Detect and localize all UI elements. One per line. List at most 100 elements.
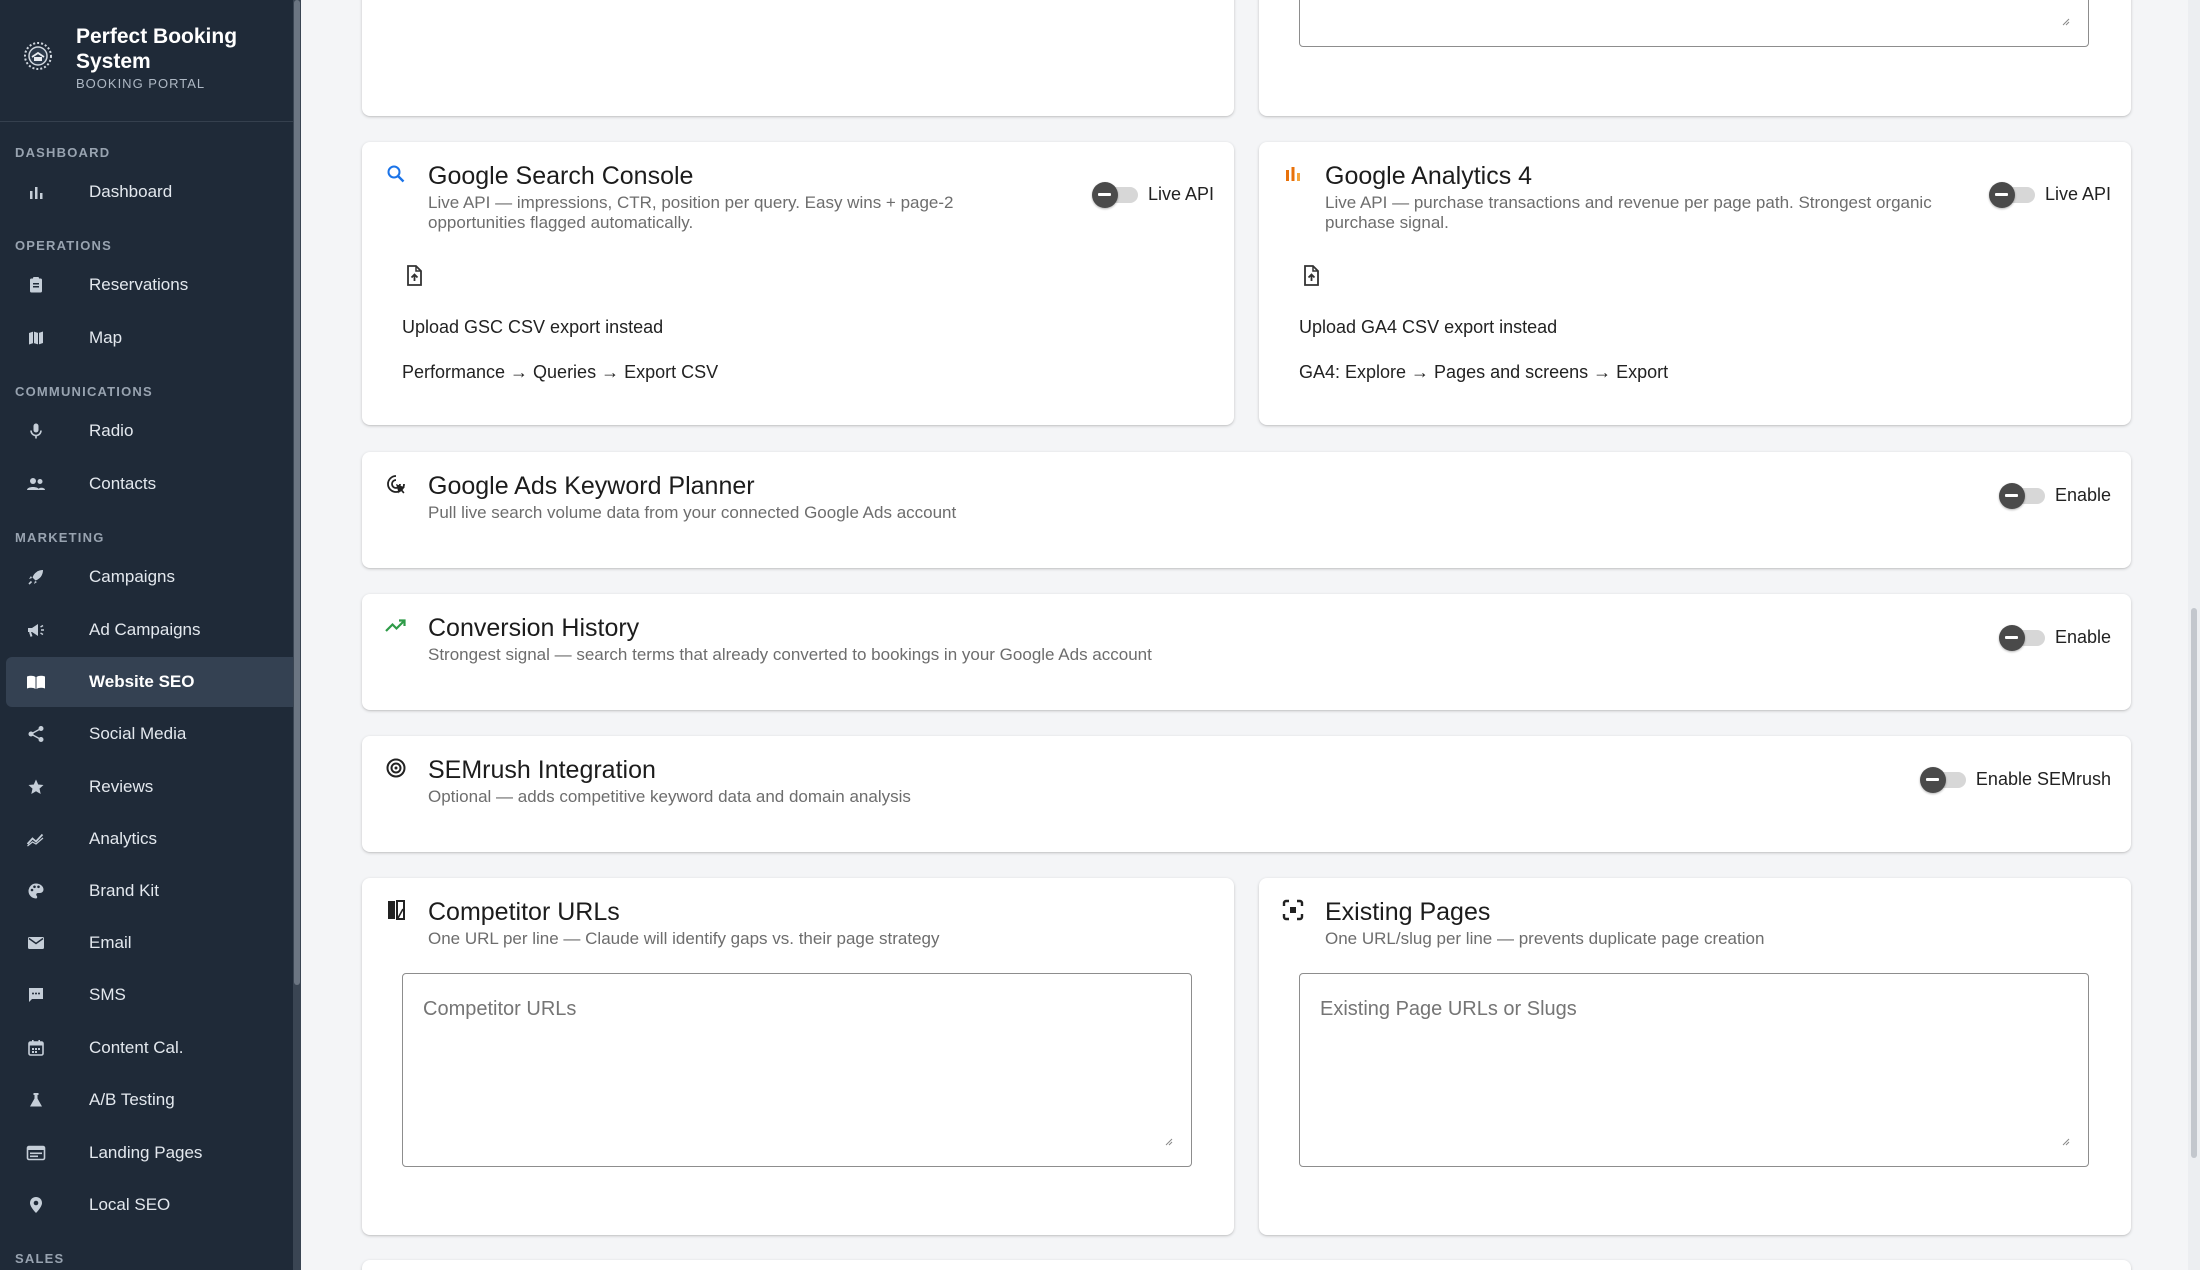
card-title: Google Analytics 4 [1325, 162, 1533, 190]
sidebar-item-reviews[interactable]: Reviews [6, 762, 294, 812]
sidebar-item-label: SMS [89, 985, 126, 1004]
web-page-icon [26, 1143, 46, 1163]
card-title: Conversion History [428, 614, 640, 642]
nav-section-marketing: MARKETING [15, 530, 105, 545]
sidebar-item-label: Dashboard [89, 182, 173, 201]
competitor-urls-card: Competitor URLs One URL per line — Claud… [362, 878, 1234, 1235]
card-description: Strongest signal — search terms that alr… [428, 645, 1152, 664]
toggle-knob[interactable] [1919, 766, 1946, 793]
crop-frame-icon [1281, 898, 1305, 922]
sidebar-item-ab-testing[interactable]: A/B Testing [6, 1075, 294, 1125]
sidebar-item-contacts[interactable]: Contacts [6, 459, 294, 509]
sidebar-item-label: Reviews [89, 777, 154, 796]
card-partial-left [362, 0, 1234, 116]
sidebar-item-label: Content Cal. [89, 1038, 184, 1057]
sidebar-item-label: Landing Pages [89, 1143, 203, 1162]
card-title: Google Search Console [428, 162, 694, 190]
sidebar-item-label: Local SEO [89, 1195, 171, 1214]
sidebar-item-label: Ad Campaigns [89, 620, 201, 639]
file-upload-icon[interactable] [402, 264, 426, 288]
resize-grip-icon[interactable] [1163, 1136, 1173, 1146]
conversion-history-enable-toggle[interactable]: Enable [1998, 624, 2111, 651]
toggle-knob[interactable] [1091, 181, 1118, 208]
logo-icon [24, 42, 52, 70]
trending-up-icon [384, 614, 408, 638]
upload-csv-label[interactable]: Upload GSC CSV export instead [402, 317, 663, 338]
sidebar-item-label: Brand Kit [89, 881, 159, 900]
sidebar-item-landing-pages[interactable]: Landing Pages [6, 1128, 294, 1178]
page-scrollbar-thumb[interactable] [2191, 608, 2197, 1158]
nav-section-dashboard: DASHBOARD [15, 145, 111, 160]
sidebar-item-brand-kit[interactable]: Brand Kit [6, 866, 294, 916]
card-description: Live API — purchase transactions and rev… [1325, 193, 1932, 232]
card-description: Optional — adds competitive keyword data… [428, 787, 911, 806]
clipboard-icon [26, 275, 46, 295]
sidebar-item-local-seo[interactable]: Local SEO [6, 1180, 294, 1230]
sidebar-item-label: Analytics [89, 829, 158, 848]
toggle-label: Enable [2054, 485, 2111, 505]
sidebar-item-campaigns[interactable]: Campaigns [6, 552, 294, 602]
location-pin-icon [26, 1195, 46, 1215]
card-title: Competitor URLs [428, 898, 620, 926]
toggle-track[interactable] [1988, 181, 2035, 208]
toggle-knob[interactable] [1998, 624, 2025, 651]
sidebar-item-sms[interactable]: SMS [6, 970, 294, 1020]
sidebar-scrollbar-thumb[interactable] [294, 0, 300, 985]
sidebar-item-analytics[interactable]: Analytics [6, 814, 294, 864]
toggle-label: Live API [1147, 184, 1214, 204]
card-description: One URL per line — Claude will identify … [428, 929, 940, 948]
gsc-live-api-toggle[interactable]: Live API [1091, 181, 1214, 208]
card-description: One URL/slug per line — prevents duplica… [1325, 929, 1765, 948]
sidebar-item-content-cal[interactable]: Content Cal. [6, 1023, 294, 1073]
bar-chart-icon [26, 182, 46, 202]
semrush-enable-toggle[interactable]: Enable SEMrush [1919, 766, 2111, 793]
sidebar-item-label: Reservations [89, 275, 189, 294]
sidebar-item-radio[interactable]: Radio [6, 406, 294, 456]
toggle-track[interactable] [1998, 482, 2045, 509]
compare-icon [384, 898, 408, 922]
gsc-card: Google Search Console Live API — impress… [362, 142, 1234, 425]
file-upload-icon[interactable] [1299, 264, 1323, 288]
sidebar-item-label: Email [89, 933, 132, 952]
resize-grip-icon[interactable] [2060, 1136, 2070, 1146]
card-title: Existing Pages [1325, 898, 1491, 926]
sidebar-item-label: Contacts [89, 474, 157, 493]
sidebar-item-label: Campaigns [89, 567, 175, 586]
page-scrollbar[interactable] [2188, 0, 2200, 1270]
card-title: SEMrush Integration [428, 756, 656, 784]
nav-section-operations: OPERATIONS [15, 238, 112, 253]
textarea-placeholder: Competitor URLs [423, 998, 577, 1020]
partial-textarea[interactable] [1299, 0, 2089, 47]
toggle-track[interactable] [1091, 181, 1138, 208]
competitor-urls-textarea[interactable]: Competitor URLs [402, 973, 1192, 1167]
sidebar-item-email[interactable]: Email [6, 918, 294, 968]
sidebar-item-reservations[interactable]: Reservations [6, 260, 294, 310]
sidebar-item-dashboard[interactable]: Dashboard [6, 167, 294, 217]
sidebar-item-website-seo[interactable]: Website SEO [6, 657, 294, 707]
nav-section-communications: COMMUNICATIONS [15, 384, 153, 399]
envelope-icon [26, 933, 46, 953]
keyword-planner-card: Google Ads Keyword Planner Pull live sea… [362, 452, 2131, 568]
sidebar-item-label: Social Media [89, 724, 187, 743]
conversion-history-card: Conversion History Strongest signal — se… [362, 594, 2131, 710]
existing-pages-textarea[interactable]: Existing Page URLs or Slugs [1299, 973, 2089, 1167]
sidebar-item-map[interactable]: Map [6, 313, 294, 363]
ga4-live-api-toggle[interactable]: Live API [1988, 181, 2111, 208]
search-icon [384, 162, 408, 186]
toggle-track[interactable] [1919, 766, 1966, 793]
keyword-planner-enable-toggle[interactable]: Enable [1998, 482, 2111, 509]
sidebar-item-ad-campaigns[interactable]: Ad Campaigns [6, 605, 294, 655]
card-description: Live API — impressions, CTR, position pe… [428, 193, 954, 232]
sidebar: Perfect Booking System BOOKING PORTAL DA… [0, 0, 294, 1270]
toggle-track[interactable] [1998, 624, 2045, 651]
toggle-knob[interactable] [1988, 181, 2015, 208]
textarea-placeholder: Existing Page URLs or Slugs [1320, 998, 1577, 1020]
analytics-bars-icon [1281, 162, 1305, 186]
sidebar-item-social-media[interactable]: Social Media [6, 709, 294, 759]
microphone-icon [26, 421, 46, 441]
upload-csv-label[interactable]: Upload GA4 CSV export instead [1299, 317, 1557, 338]
toggle-knob[interactable] [1998, 482, 2025, 509]
sidebar-scrollbar[interactable] [293, 0, 301, 1270]
rocket-icon [26, 567, 46, 587]
flask-icon [26, 1090, 46, 1110]
